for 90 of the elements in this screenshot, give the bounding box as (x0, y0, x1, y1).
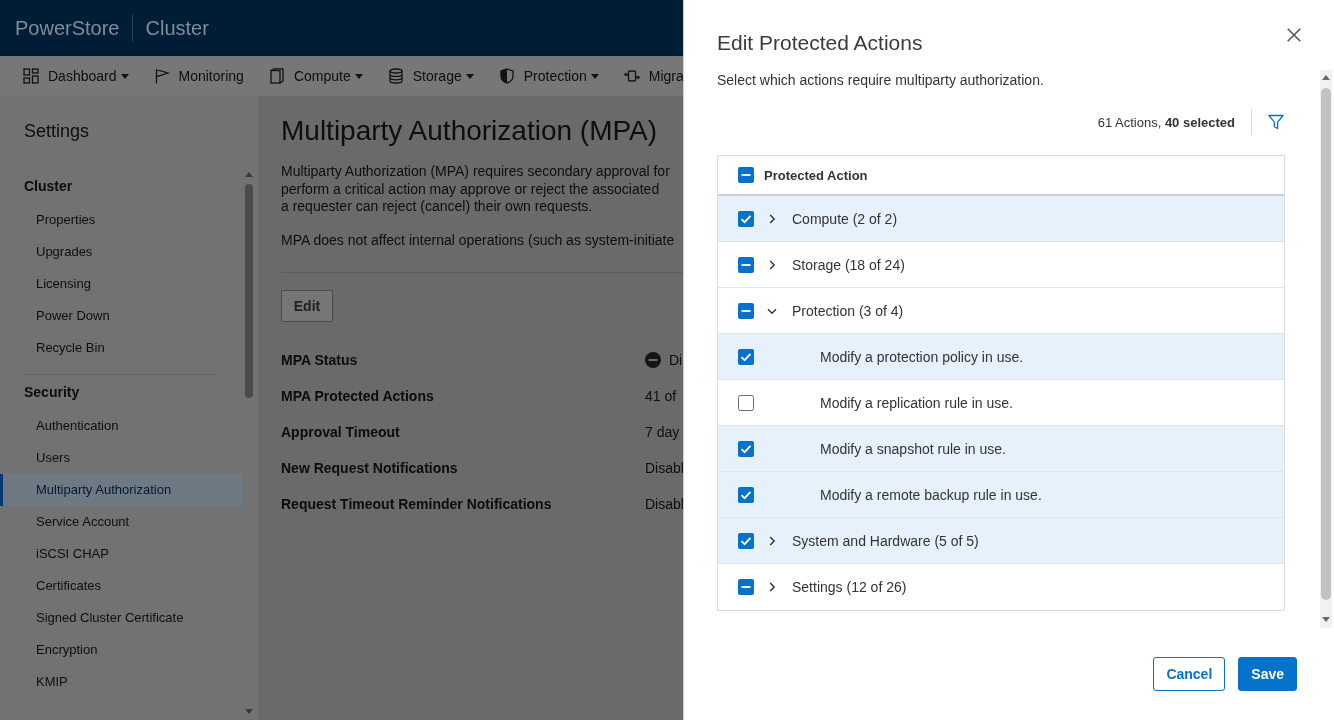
property-value: Di (669, 352, 683, 368)
checkbox[interactable] (738, 210, 754, 227)
checkbox[interactable] (738, 440, 754, 457)
column-header: Protected Action (764, 167, 868, 183)
property-label: New Request Notifications (281, 460, 459, 476)
sidebar-title: Settings (24, 120, 90, 143)
checkbox[interactable] (738, 348, 754, 365)
row-label: Compute (2 of 2) (792, 210, 898, 227)
section-heading: Cluster (24, 177, 74, 196)
checkbox[interactable] (738, 394, 754, 411)
down-arrow-icon[interactable] (245, 709, 253, 714)
property-label: MPA Protected Actions (281, 388, 435, 404)
chevron-icon[interactable] (767, 535, 777, 546)
filter-button[interactable] (1268, 113, 1285, 131)
context-title: Cluster (145, 16, 209, 40)
table-row[interactable]: Modify a remote backup rule in use. (718, 472, 1284, 518)
row-label: Protection (3 of 4) (792, 302, 904, 319)
table-row[interactable]: System and Hardware (5 of 5) (718, 518, 1284, 564)
description-text: Multiparty Authorization (MPA) requires secondary approval for perform a critical action may approve or reject the associated a requester can reject (cancel) their own requests. (281, 163, 671, 216)
property-label: Approval Timeout (281, 424, 401, 440)
row-label: Modify a protection policy in use. (820, 348, 1024, 365)
nav-menu[interactable]: Storage (387, 68, 474, 84)
checkbox[interactable] (738, 167, 754, 183)
scrollbar-track[interactable] (1320, 70, 1332, 628)
cancel-button[interactable]: Cancel (1153, 657, 1226, 691)
scrollbar-thumb[interactable] (1321, 88, 1331, 600)
checkbox[interactable] (738, 579, 754, 595)
sidebar-item[interactable]: Multiparty Authorization (0, 474, 243, 506)
sidebar-item[interactable]: Users (0, 442, 243, 474)
page-title: Multiparty Authorization (MPA) (281, 114, 659, 148)
sidebar-item[interactable]: Recycle Bin (0, 332, 243, 364)
table-row[interactable]: Compute (2 of 2) (718, 196, 1284, 242)
chevron-icon[interactable] (767, 582, 777, 592)
shield-icon (498, 68, 515, 84)
checkbox[interactable] (738, 486, 754, 503)
scrollbar-thumb[interactable] (245, 184, 253, 398)
chevron-icon[interactable] (767, 259, 777, 270)
nav-menu[interactable]: Protection (498, 68, 599, 84)
brand-name: PowerStore (15, 16, 120, 40)
minus-circle-icon (645, 352, 661, 368)
down-arrow-icon[interactable] (1322, 617, 1330, 622)
table-row[interactable]: Modify a snapshot rule in use. (718, 426, 1284, 472)
sidebar-item[interactable]: Licensing (0, 268, 243, 300)
nav-menu[interactable]: Compute (268, 68, 363, 84)
row-label: Storage (18 of 24) (792, 256, 905, 273)
selection-count: 61 Actions, 40 selected (1097, 114, 1235, 130)
row-label: Modify a snapshot rule in use. (820, 440, 1006, 457)
sidebar-item[interactable]: Power Down (0, 300, 243, 332)
save-button[interactable]: Save (1238, 657, 1297, 691)
property-value: 7 day (645, 424, 680, 440)
row-label: System and Hardware (5 of 5) (792, 532, 979, 549)
description-text: MPA does not affect internal operations (such as system-initiate (281, 231, 676, 249)
sidebar-item[interactable]: Signed Cluster Certificate (0, 602, 243, 634)
nav-menu[interactable]: Monitoring (153, 68, 244, 84)
checkbox[interactable] (738, 256, 754, 273)
sidebar-item[interactable]: iSCSI CHAP (0, 538, 243, 570)
row-label: Modify a replication rule in use. (820, 394, 1013, 411)
sidebar-item[interactable]: KMIP (0, 666, 243, 698)
row-label: Settings (12 of 26) (792, 579, 907, 595)
sidebar-item[interactable]: Encryption (0, 634, 243, 666)
section-heading: Security (24, 383, 81, 402)
flag-icon (153, 68, 170, 84)
sidebar-item[interactable]: Certificates (0, 570, 243, 602)
row-label: Modify a remote backup rule in use. (820, 486, 1042, 503)
panel-subtitle: Select which actions require multiparty authorization. (717, 71, 1044, 90)
up-arrow-icon[interactable] (245, 172, 253, 177)
database-icon (387, 68, 404, 84)
chevron-icon[interactable] (767, 213, 777, 224)
sidebar-item[interactable]: Authentication (0, 410, 243, 442)
arrows-box-icon (623, 68, 640, 84)
close-icon (1287, 28, 1301, 42)
checkbox[interactable] (738, 532, 754, 549)
sidebar-item[interactable]: Properties (0, 204, 243, 236)
property-label: Request Timeout Reminder Notifications (281, 496, 553, 512)
grid-icon (23, 68, 39, 84)
property-label: MPA Status (281, 352, 359, 368)
close-button[interactable] (1284, 25, 1304, 45)
property-value: Disabl (645, 460, 684, 476)
table-row[interactable]: Modify a protection policy in use. (718, 334, 1284, 380)
property-value: Disabl (645, 496, 684, 512)
nav-menu[interactable]: Migra (623, 68, 684, 84)
filter-icon (1268, 113, 1284, 130)
nav-menu[interactable]: Dashboard (23, 68, 129, 84)
checkbox[interactable] (738, 302, 754, 319)
up-arrow-icon[interactable] (1322, 75, 1330, 80)
sidebar-item[interactable]: Service Account (0, 506, 243, 538)
box-icon (268, 68, 285, 84)
panel-title: Edit Protected Actions (717, 30, 923, 56)
sidebar-item[interactable]: Upgrades (0, 236, 243, 268)
property-value: 41 of (645, 388, 677, 404)
